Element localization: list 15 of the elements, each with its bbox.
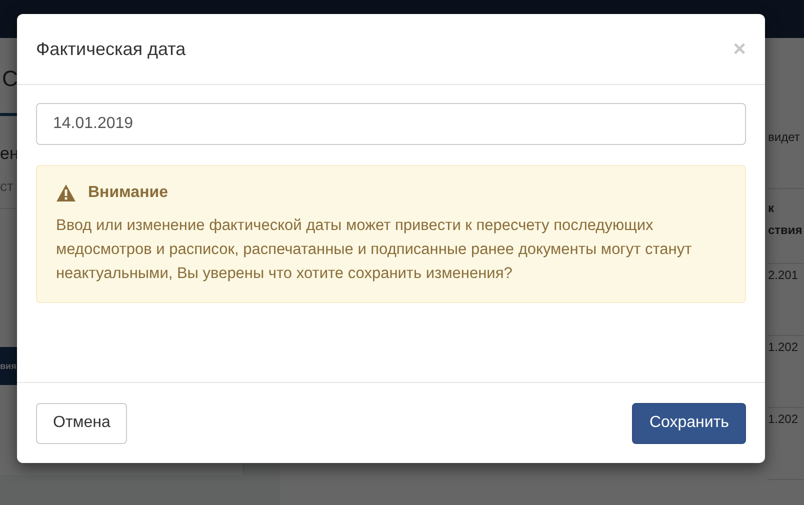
page-text: к [768, 201, 774, 215]
alert-message: Ввод или изменение фактической даты может привести к пересчету последующих медосмотров и расписок, распечатанные и подписанные ранее документы могут станут неактуальными, Вы уверены что хотите сохранить изменения? [56, 216, 693, 284]
save-button[interactable]: Сохранить [632, 402, 746, 444]
page-text: С [2, 66, 18, 91]
alert-title: Внимание [88, 184, 168, 202]
page-text: 1.202 [768, 412, 798, 426]
page-text: видет [768, 130, 800, 144]
warning-icon [56, 184, 76, 202]
date-field[interactable]: 14.01.2019 [36, 103, 746, 145]
page-text: вия [0, 361, 16, 371]
cancel-button[interactable]: Отмена [36, 402, 128, 444]
page-text: 2.201 [768, 268, 798, 282]
page-text: 1.202 [768, 340, 798, 354]
dialog-title: Фактическая дата [36, 38, 186, 60]
page-text: ствия [768, 223, 802, 237]
